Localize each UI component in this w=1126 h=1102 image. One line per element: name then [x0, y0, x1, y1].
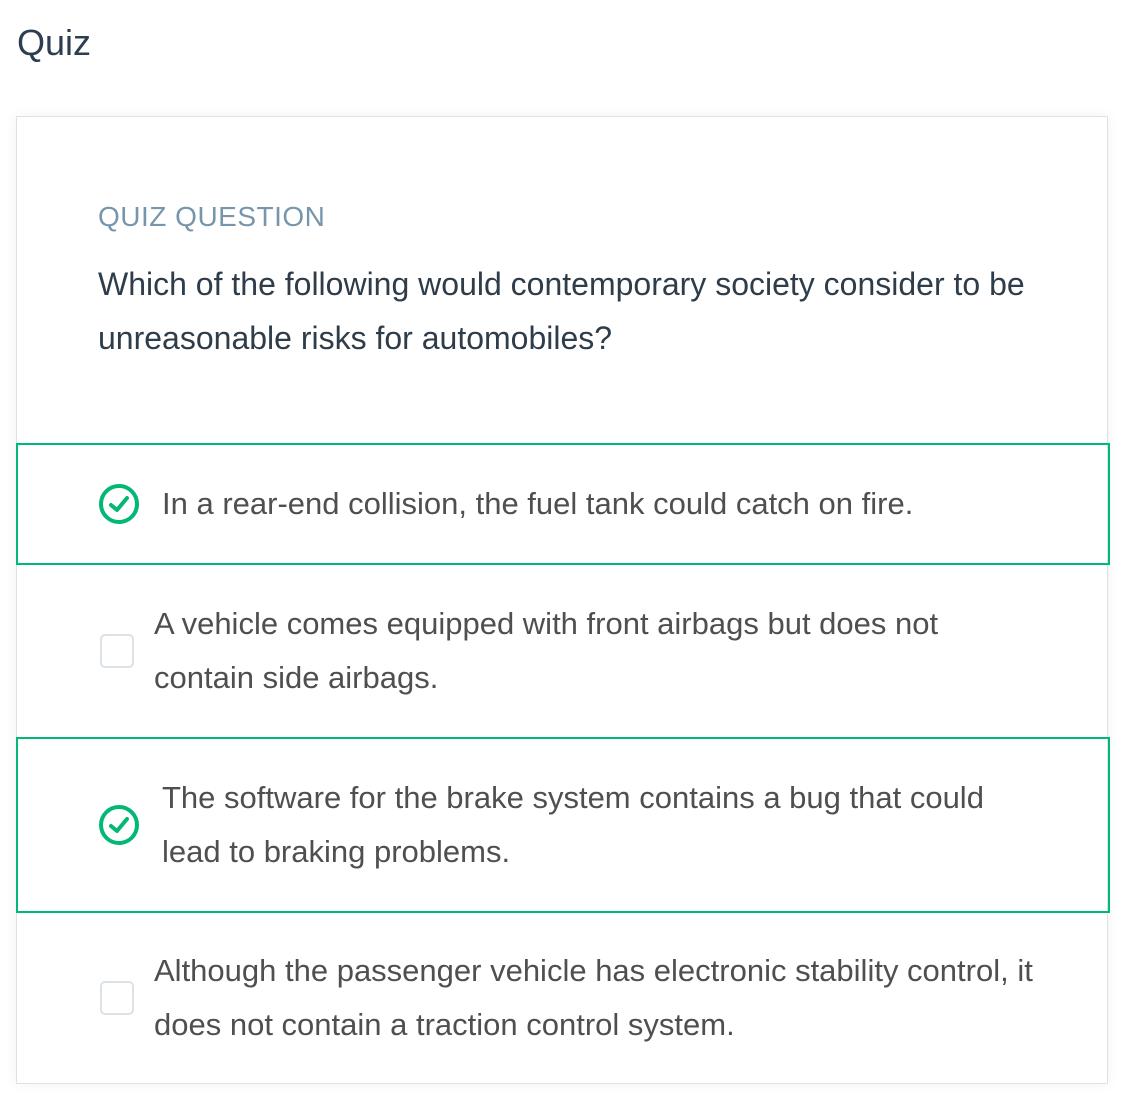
checkbox-icon[interactable]	[96, 630, 138, 672]
check-circle-icon	[98, 804, 140, 846]
checkbox-icon[interactable]	[96, 977, 138, 1019]
answer-option-4[interactable]: Although the passenger vehicle has elect…	[16, 913, 1110, 1083]
answer-option-3[interactable]: The software for the brake system contai…	[16, 737, 1110, 913]
option-text: Although the passenger vehicle has elect…	[154, 953, 1033, 1042]
question-text: Which of the following would contemporar…	[98, 266, 1025, 356]
answer-option-1[interactable]: In a rear-end collision, the fuel tank c…	[16, 443, 1110, 565]
answer-option-2[interactable]: A vehicle comes equipped with front airb…	[16, 565, 1110, 737]
option-text: The software for the brake system contai…	[162, 780, 984, 869]
page-title: Quiz	[17, 22, 92, 63]
quiz-card: QUIZ QUESTION Which of the following wou…	[16, 116, 1110, 1084]
option-text: A vehicle comes equipped with front airb…	[154, 606, 939, 695]
check-circle-icon	[98, 483, 140, 525]
option-text: In a rear-end collision, the fuel tank c…	[162, 486, 914, 521]
quiz-question-label: QUIZ QUESTION	[98, 201, 326, 232]
